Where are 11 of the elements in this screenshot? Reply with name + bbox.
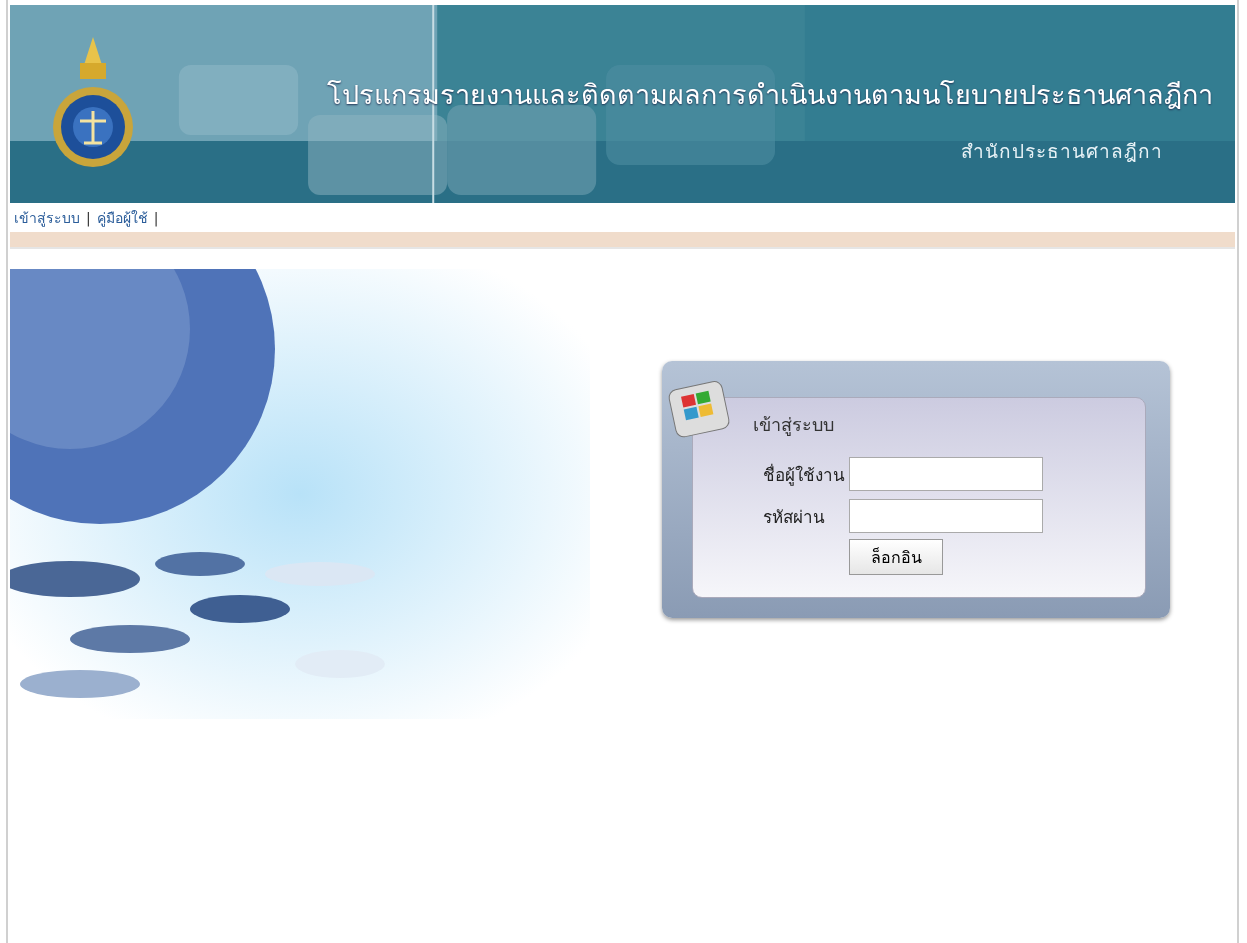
nav-link[interactable]: คู่มือผู้ใช้: [96, 206, 148, 229]
input-field[interactable]: [849, 499, 1043, 533]
input-field[interactable]: [849, 457, 1043, 491]
login-title: เข้าสู่ระบบ: [753, 413, 835, 438]
field-label: รหัสผ่าน: [763, 505, 826, 529]
field-label: ชื่อผู้ใช้งาน: [763, 462, 845, 488]
login-button[interactable]: ล็อกอิน: [849, 539, 943, 575]
app-subtitle: สำนักประธานศาลฎีกา: [961, 139, 1163, 164]
nav-link[interactable]: เข้าสู่ระบบ: [14, 206, 80, 229]
nav-separator: |: [86, 209, 91, 226]
nav-separator: |: [153, 209, 159, 226]
